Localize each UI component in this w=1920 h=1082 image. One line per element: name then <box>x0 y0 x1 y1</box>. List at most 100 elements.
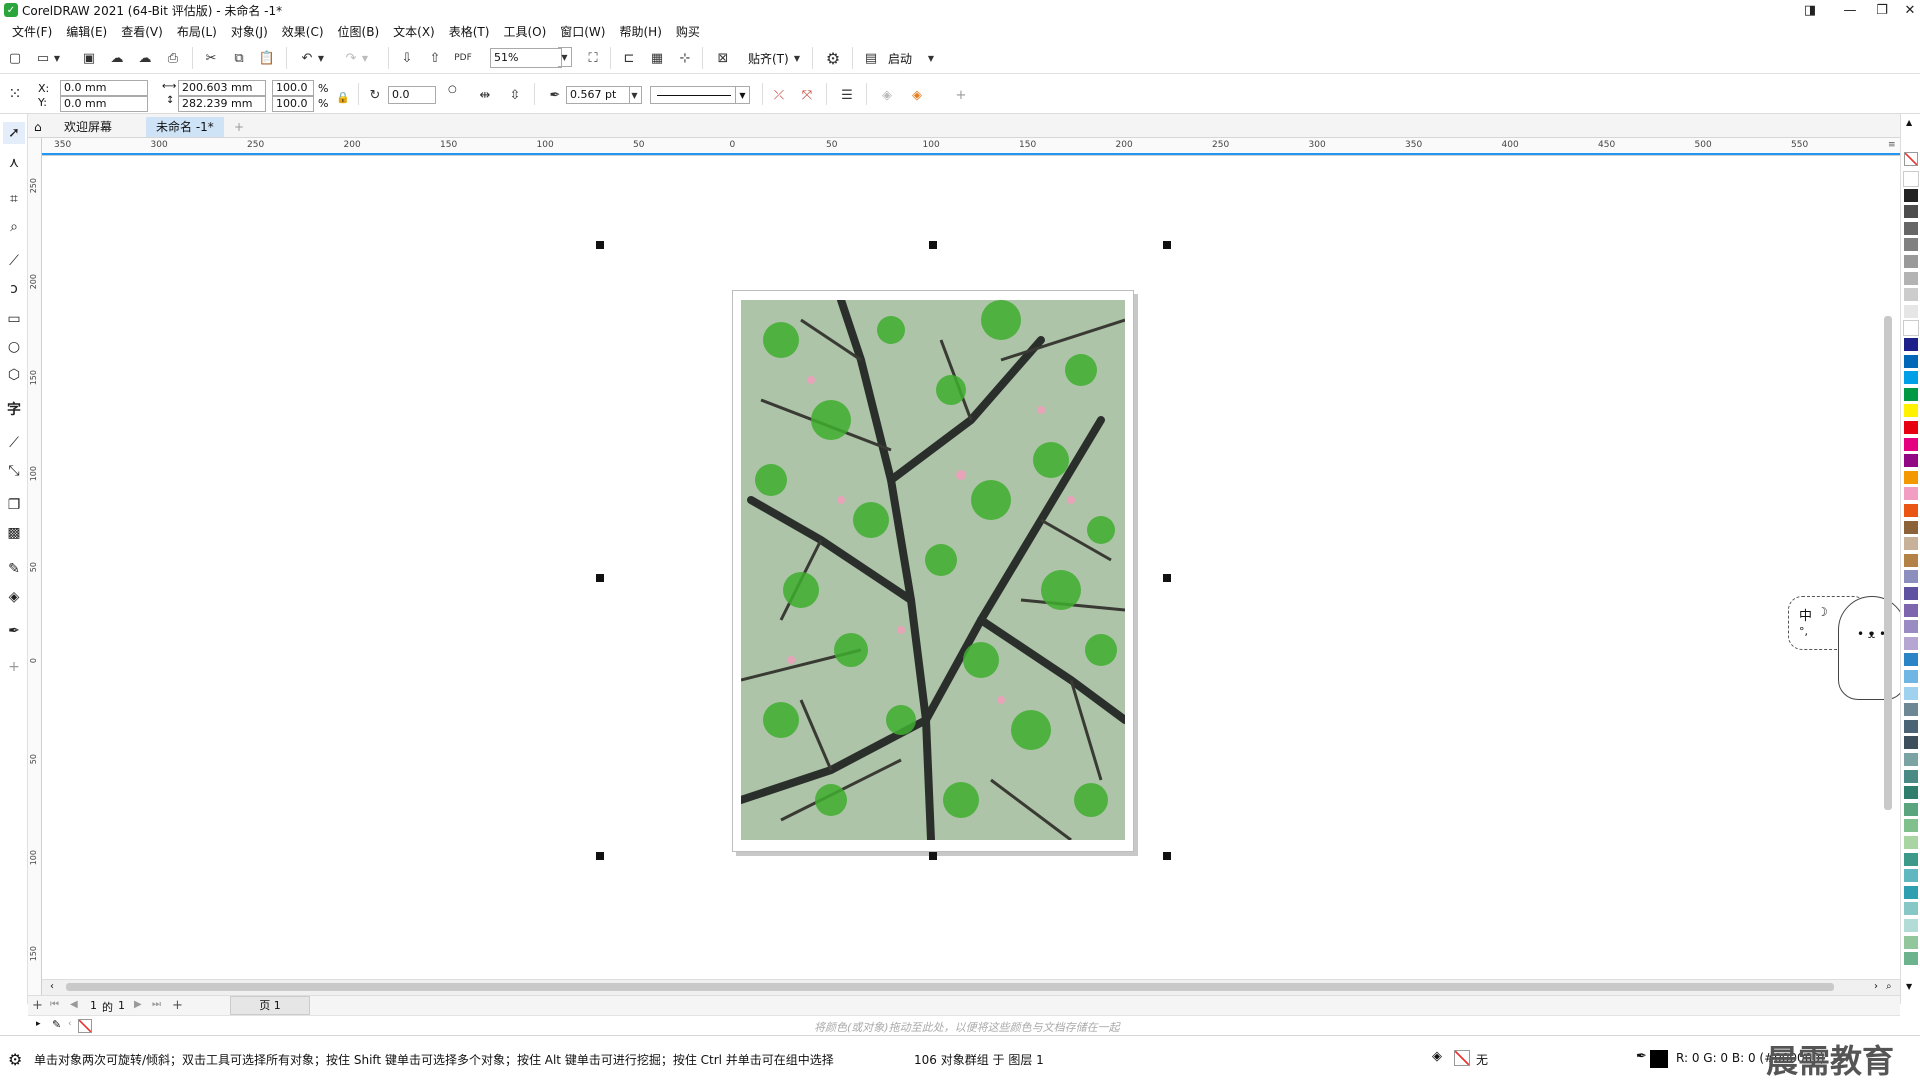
parallel-dimension-tool-icon[interactable]: ⟋ <box>3 432 25 454</box>
lock-ratio-icon[interactable]: 🔒 <box>332 86 354 108</box>
to-front-icon[interactable]: ◈ <box>876 84 898 106</box>
color-swatch[interactable] <box>1904 736 1918 751</box>
color-swatch[interactable] <box>1904 520 1918 535</box>
save-icon[interactable]: ▣ <box>78 47 100 69</box>
outline-width-dropdown-icon[interactable]: ▼ <box>628 86 642 104</box>
menu-bitmaps[interactable]: 位图(B) <box>334 23 390 40</box>
height-field[interactable]: 282.239 mm <box>178 96 266 112</box>
interactive-fill-tool-icon[interactable]: ◈ <box>3 586 25 608</box>
open-dropdown-icon[interactable]: ▼ <box>52 47 62 69</box>
minimize-button[interactable]: — <box>1834 0 1866 20</box>
selection-handle-top[interactable] <box>929 241 937 249</box>
color-swatch[interactable] <box>1904 421 1918 435</box>
object-origin-icon[interactable]: ⁙ <box>4 82 26 104</box>
color-swatch[interactable] <box>1904 885 1918 900</box>
export-pdf-icon[interactable]: PDF <box>452 47 474 69</box>
cloud-download-icon[interactable]: ☁ <box>134 47 156 69</box>
zoom-navigator-icon[interactable]: ⌕ <box>1886 981 1892 992</box>
undo-icon[interactable]: ↶ <box>296 47 318 69</box>
new-tab-icon[interactable]: + <box>228 117 250 137</box>
undo-dropdown-icon[interactable]: ▼ <box>316 47 326 69</box>
doc-no-color-swatch[interactable] <box>78 1019 92 1033</box>
color-swatch[interactable] <box>1904 570 1918 585</box>
add-tool-icon[interactable]: + <box>3 656 25 678</box>
zoom-dropdown-icon[interactable]: ▼ <box>558 47 572 67</box>
color-swatch[interactable] <box>1904 454 1918 469</box>
snap-off-icon[interactable]: ⊠ <box>712 47 734 69</box>
color-swatch[interactable] <box>1904 271 1918 286</box>
transparency-tool-icon[interactable]: ▩ <box>3 522 25 544</box>
print-icon[interactable]: ⎙ <box>162 47 184 69</box>
blossom-tree-image[interactable] <box>741 300 1125 840</box>
wrap-text-icon[interactable]: ☰ <box>836 84 858 106</box>
color-swatch[interactable] <box>1904 819 1918 834</box>
mirror-horizontal-icon[interactable]: ⇹ <box>474 84 496 106</box>
color-swatch[interactable] <box>1904 670 1918 684</box>
vertical-scroll-thumb[interactable] <box>1884 316 1892 810</box>
first-page-icon[interactable]: ⏮ <box>50 999 59 1010</box>
restore-app-icon[interactable]: ◨ <box>1794 0 1826 20</box>
palette-scroll-down-icon[interactable]: ▼ <box>1906 982 1912 991</box>
menu-text[interactable]: 文本(X) <box>389 23 445 40</box>
redo-dropdown-icon[interactable]: ▼ <box>360 47 370 69</box>
launch-app-icon[interactable]: ▤ <box>860 47 882 69</box>
outline-color-swatch[interactable] <box>1650 1050 1668 1068</box>
selection-handle-right[interactable] <box>1163 574 1171 582</box>
scale-height-field[interactable]: 100.0 <box>272 96 314 112</box>
horizontal-scroll-thumb[interactable] <box>66 983 1834 991</box>
launch-dropdown-icon[interactable]: ▼ <box>926 47 936 69</box>
color-swatch[interactable] <box>1904 836 1918 850</box>
ellipse-tool-icon[interactable]: ○ <box>3 336 25 358</box>
selection-handle-top-left[interactable] <box>596 241 604 249</box>
outline-width-field[interactable]: 0.567 pt <box>566 86 630 104</box>
color-swatch[interactable] <box>1904 470 1918 485</box>
artistic-media-tool-icon[interactable]: ↄ <box>3 278 25 300</box>
color-swatch[interactable] <box>1904 553 1918 568</box>
zoom-level-field[interactable]: 51% <box>490 48 562 68</box>
selection-handle-bottom-right[interactable] <box>1163 852 1171 860</box>
color-swatch[interactable] <box>1904 487 1918 502</box>
menu-window[interactable]: 窗口(W) <box>556 23 615 40</box>
drop-shadow-tool-icon[interactable]: ❐ <box>3 494 25 516</box>
color-swatch[interactable] <box>1904 504 1918 518</box>
no-color-swatch[interactable] <box>1904 152 1918 166</box>
cat-mascot-icon[interactable]: • ᴥ • <box>1838 596 1906 700</box>
to-back-icon[interactable]: ◈ <box>906 84 928 106</box>
last-page-icon[interactable]: ⏭ <box>152 999 161 1010</box>
doc-palette-expand-icon[interactable]: ▸ <box>36 1019 41 1029</box>
color-swatch[interactable] <box>1904 221 1918 236</box>
menu-layout[interactable]: 布局(L) <box>173 23 227 40</box>
color-swatch[interactable] <box>1904 304 1918 319</box>
launch-menu[interactable]: 启动 <box>888 50 912 67</box>
zoom-tool-icon[interactable]: ⌕ <box>3 216 25 238</box>
color-swatch[interactable] <box>1904 387 1918 402</box>
scroll-left-icon[interactable]: ‹ <box>50 981 54 992</box>
color-swatch[interactable] <box>1904 703 1918 718</box>
doc-palette-scroll-icon[interactable]: ‹ <box>68 1019 72 1029</box>
width-field[interactable]: 200.603 mm <box>178 80 266 96</box>
smart-fill-tool-icon[interactable]: ✒ <box>3 620 25 642</box>
color-swatch[interactable] <box>1904 288 1918 303</box>
text-tool-icon[interactable]: 字 <box>3 398 25 420</box>
menu-help[interactable]: 帮助(H) <box>615 23 671 40</box>
line-style-dropdown-icon[interactable]: ▼ <box>735 87 749 103</box>
drawing-canvas[interactable]: 中 ☽ °, • ᴥ • <box>42 156 1906 979</box>
rectangle-tool-icon[interactable]: ▭ <box>3 308 25 330</box>
vertical-ruler[interactable]: 250 200 150 100 50 0 50 100 150 <box>28 138 42 998</box>
color-swatch[interactable] <box>1904 769 1918 784</box>
selection-handle-bottom[interactable] <box>929 852 937 860</box>
color-swatch[interactable] <box>1904 371 1918 386</box>
color-swatch[interactable] <box>1904 786 1918 801</box>
color-swatch[interactable] <box>1904 636 1918 651</box>
shape-tool-icon[interactable]: ⋏ <box>3 152 25 174</box>
rotation-field[interactable]: 0.0 <box>388 86 436 104</box>
export-icon[interactable]: ⇧ <box>424 47 446 69</box>
selection-handle-left[interactable] <box>596 574 604 582</box>
color-swatch[interactable] <box>1904 338 1918 352</box>
color-swatch[interactable] <box>1904 653 1918 668</box>
freehand-tool-icon[interactable]: ⟋ <box>3 250 25 272</box>
color-swatch[interactable] <box>1904 869 1918 884</box>
color-swatch[interactable] <box>1904 952 1918 967</box>
menu-edit[interactable]: 编辑(E) <box>62 23 117 40</box>
next-page-icon[interactable]: ▶ <box>134 999 142 1010</box>
